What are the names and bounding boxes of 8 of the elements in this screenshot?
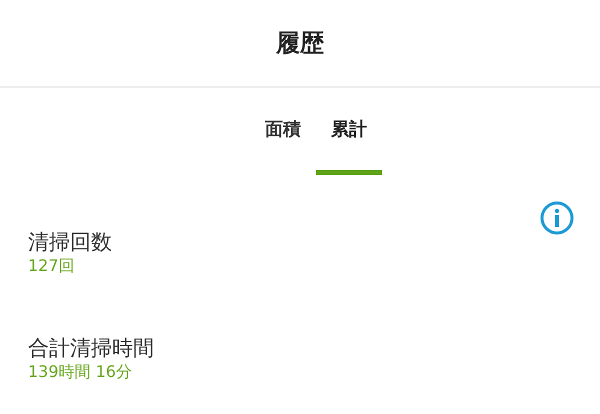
tab[interactable]: 面積 (250, 116, 316, 175)
page-title: 履歴 (276, 28, 324, 59)
stat-value: 139時間 16分 (28, 361, 133, 383)
stat-label: 合計清掃時間 (28, 335, 155, 361)
stat-label: 清掃回数 (28, 229, 113, 255)
info-icon[interactable] (540, 201, 574, 235)
stat-value: 127回 (28, 255, 76, 277)
tab[interactable]: 累計 (316, 116, 382, 175)
